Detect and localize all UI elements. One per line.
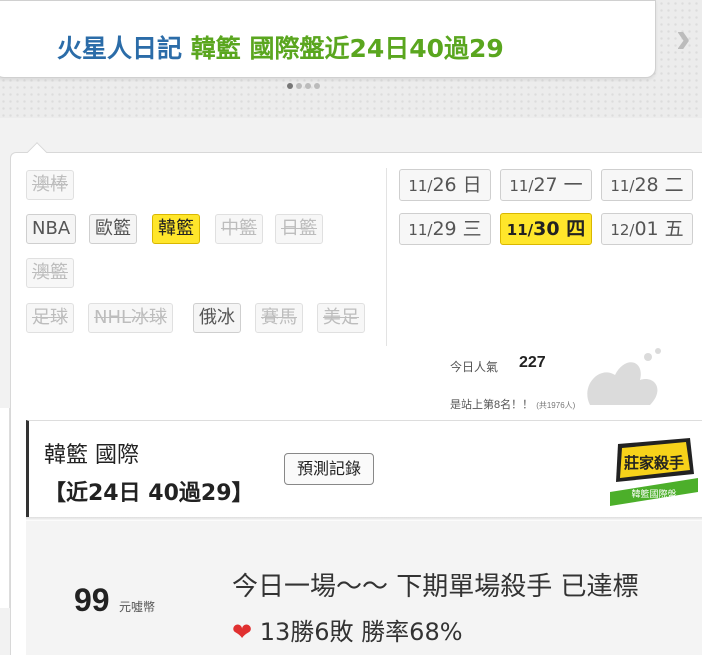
sport-tag-japan-basketball: 日籃 [275, 214, 323, 244]
badge-text: 莊家殺手 [624, 454, 684, 472]
date-button[interactable]: 12/01 五 [601, 213, 693, 245]
bookmaker-killer-badge: 莊家殺手 韓籃國際盤 [610, 438, 698, 506]
sport-tag-nba[interactable]: NBA [26, 214, 77, 244]
offer-stats: ❤ 13勝6敗 勝率68% [232, 612, 463, 647]
date-button[interactable]: 11/27 一 [500, 169, 592, 201]
date-button-selected[interactable]: 11/30 四 [500, 213, 592, 245]
date-button[interactable]: 11/29 三 [399, 213, 491, 245]
date-button[interactable]: 11/28 二 [601, 169, 693, 201]
divider [386, 168, 387, 346]
date-month: 11/ [610, 177, 635, 195]
banner-title-author[interactable]: 火星人日記 [57, 34, 182, 63]
date-day: 30 四 [533, 218, 586, 240]
date-month: 11/ [509, 177, 534, 195]
carousel-dot[interactable] [305, 83, 311, 89]
date-month: 12/ [610, 221, 635, 239]
info-title: 韓籃 國際 [44, 443, 139, 468]
date-day: 28 二 [634, 174, 684, 196]
popularity-label: 今日人氣 [450, 360, 499, 374]
rank-text: 是站上第8名！！ (共1976人) [450, 396, 575, 412]
side-edge [0, 408, 10, 608]
date-day: 27 一 [533, 174, 583, 196]
sport-tag-korea-basketball[interactable]: 韓籃 [152, 214, 200, 244]
info-record: 【近24日 40過29】 [44, 481, 254, 506]
sport-tag-china-basketball: 中籃 [215, 214, 263, 244]
rank-text-main: 是站上第8名！！ [450, 399, 534, 411]
sport-tag-russia-hockey[interactable]: 俄冰 [193, 303, 241, 333]
date-button[interactable]: 11/26 日 [399, 169, 491, 201]
mascot-watermark-icon [587, 348, 661, 405]
chevron-right-icon[interactable]: › [676, 14, 702, 62]
carousel-dot[interactable] [287, 83, 293, 89]
offer-stats-text: 13勝6敗 勝率68% [259, 618, 463, 646]
date-day: 26 日 [432, 174, 482, 196]
date-month: 11/ [408, 177, 433, 195]
date-day: 01 五 [634, 218, 684, 240]
sport-tag-soccer: 足球 [26, 303, 74, 333]
sport-tag-aus-baseball: 澳棒 [26, 170, 74, 200]
carousel-dot[interactable] [296, 83, 302, 89]
carousel-dots [287, 83, 320, 89]
prediction-record-button[interactable]: 預測記錄 [284, 453, 374, 485]
date-month: 11/ [506, 221, 534, 239]
badge-subtext: 韓籃國際盤 [631, 488, 676, 500]
offer-description: 今日一場～～ 下期單場殺手 已達標 [232, 572, 639, 602]
sport-tag-nhl: NHL冰球 [88, 303, 174, 333]
carousel-dot[interactable] [314, 83, 320, 89]
banner-card[interactable]: 火星人日記 韓籃 國際盤近24日40過29 [0, 0, 656, 78]
price-unit: 元噓幣 [119, 600, 156, 614]
date-month: 11/ [408, 221, 433, 239]
heart-icon: ❤ [232, 618, 253, 646]
price-box [26, 556, 206, 636]
popularity-value: 227 [519, 354, 546, 371]
price-value: 99 [74, 582, 110, 618]
sport-tag-american-football: 美足 [317, 303, 365, 333]
banner-title-headline[interactable]: 韓籃 國際盤近24日40過29 [191, 34, 504, 63]
date-day: 29 三 [432, 218, 482, 240]
sport-tag-euro-basketball[interactable]: 歐籃 [89, 214, 137, 244]
sport-tag-aus-basketball: 澳籃 [26, 258, 74, 288]
sport-tag-horse-racing: 賽馬 [255, 303, 303, 333]
banner-title[interactable]: 火星人日記 韓籃 國際盤近24日40過29 [57, 29, 504, 65]
